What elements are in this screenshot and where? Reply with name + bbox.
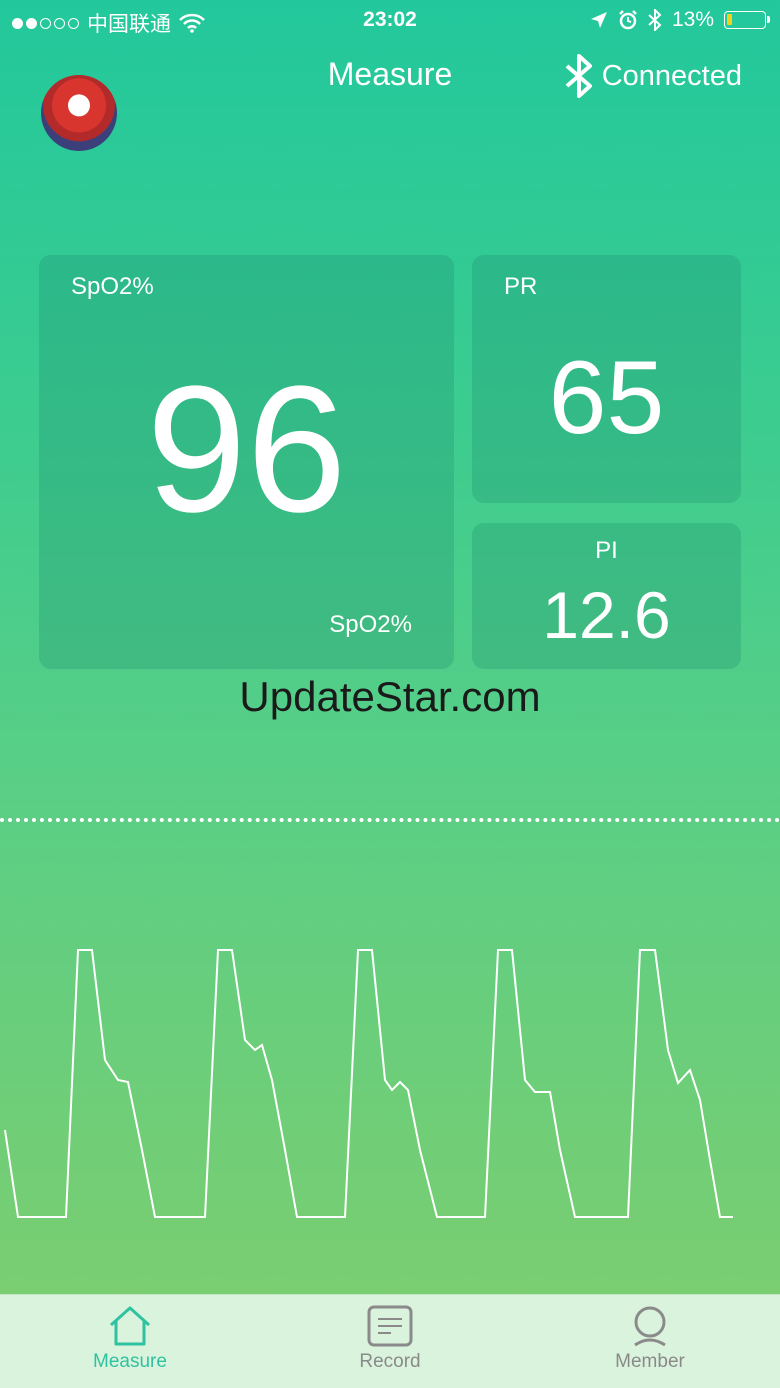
pleth-waveform	[4, 949, 733, 1218]
tab-record[interactable]: Record	[290, 1295, 490, 1388]
tab-member[interactable]: Member	[550, 1295, 750, 1388]
record-icon	[367, 1305, 413, 1347]
tab-measure[interactable]: Measure	[30, 1295, 230, 1388]
tab-bar: Measure Record Member	[0, 1294, 780, 1388]
tab-member-label: Member	[615, 1351, 685, 1372]
home-icon	[109, 1306, 151, 1346]
tab-measure-label: Measure	[93, 1351, 167, 1372]
member-icon	[634, 1306, 666, 1347]
tab-record-label: Record	[359, 1351, 421, 1372]
